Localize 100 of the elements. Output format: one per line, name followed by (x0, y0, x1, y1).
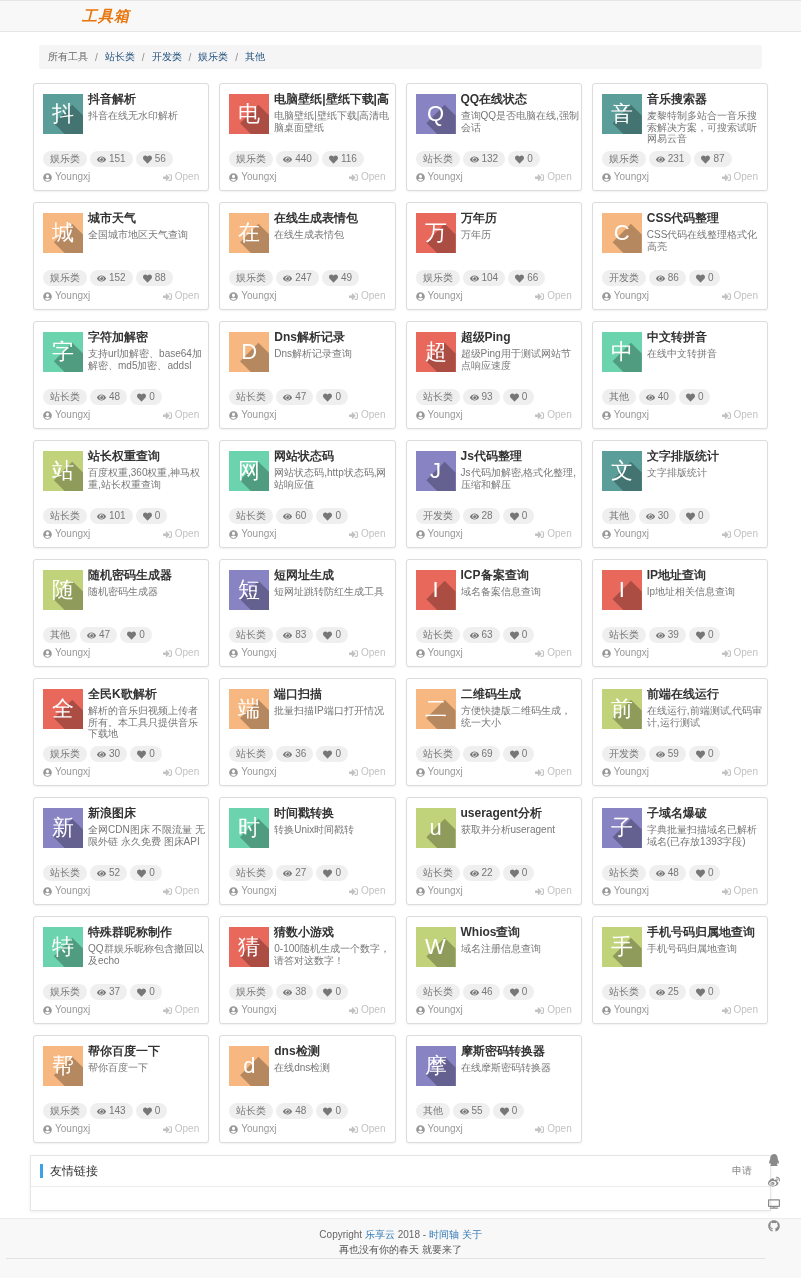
tool-category: 站长类 (43, 389, 87, 405)
letter-avatar: u (415, 808, 456, 848)
breadcrumb-item[interactable]: 站长类 (104, 50, 135, 64)
sign-in-icon (535, 648, 545, 658)
like-count: 0 (511, 1104, 518, 1118)
tool-category: 娱乐类 (229, 984, 274, 1000)
user-icon (229, 1005, 239, 1015)
breadcrumb-item[interactable]: 娱乐类 (198, 50, 229, 64)
letter-avatar: 超 (415, 332, 456, 372)
tool-card[interactable]: 音 音乐搜索器 麦黎特制多站合一音乐搜索解决方案，可搜索试听网易云音 娱乐类 231 87 Youngxj Open (591, 83, 768, 191)
tool-card[interactable]: W Whios查询 域名注册信息查询 站长类 46 0 Youngxj Open (405, 916, 582, 1024)
tool-card[interactable]: 文 文字排版统计 文字排版统计 其他 30 0 Youngxj Open (591, 440, 768, 548)
tool-title: 短网址生成 (274, 568, 336, 583)
tool-card[interactable]: 前 前端在线运行 在线运行,前端测试,代码审计,运行测试 开发类 59 0 Youngxj Open (591, 678, 768, 786)
like-count: 0 (707, 866, 714, 880)
tool-card[interactable]: 网 网站状态码 网站状态码,http状态码,网站响应值 站长类 60 0 Youngxj Open (219, 440, 396, 548)
tool-card[interactable]: 手 手机号码归属地查询 手机号码归属地查询 站长类 25 0 Youngxj Open (591, 916, 768, 1024)
letter-avatar: I (601, 570, 642, 610)
tool-description: 短网址跳转防红生成工具 (274, 586, 386, 598)
breadcrumb-separator: / (94, 51, 99, 63)
sign-in-icon (535, 767, 545, 777)
footer-link[interactable]: 关于 (461, 1229, 482, 1240)
tool-card[interactable]: 抖 抖音解析 抖音在线无水印解析 娱乐类 151 56 Youngxj Open (33, 83, 210, 191)
tool-card[interactable]: J Js代码整理 Js代码加解密,格式化整理,压缩和解压 开发类 28 0 Youngxj Open (405, 440, 582, 548)
breadcrumb-item[interactable]: 所有工具 (48, 50, 88, 64)
view-count: 104 (481, 271, 499, 285)
tool-category: 站长类 (415, 746, 460, 762)
tool-card[interactable]: I ICP备案查询 域名备案信息查询 站长类 63 0 Youngxj Open (405, 559, 582, 667)
tool-card[interactable]: 城 城市天气 全国城市地区天气查询 娱乐类 152 88 Youngxj Open (33, 202, 210, 310)
heart-icon (137, 392, 147, 402)
breadcrumb-separator: / (140, 51, 146, 63)
tool-description: 支持url加解密、base64加解密、md5加密、addsl (88, 348, 203, 371)
letter-avatar: C (601, 213, 642, 253)
breadcrumb-item[interactable]: 其他 (245, 50, 266, 64)
sign-in-icon (162, 1124, 172, 1134)
apply-link[interactable]: 申请 (732, 1164, 752, 1178)
tool-card[interactable]: d dns检测 在线dns检测 站长类 48 0 Youngxj Open (219, 1035, 396, 1143)
eye-icon (87, 630, 96, 640)
tool-card[interactable]: D Dns解析记录 Dns解析记录查询 站长类 47 0 Youngxj Open (219, 321, 396, 429)
tool-card[interactable]: 万 万年历 万年历 娱乐类 104 66 Youngxj Open (405, 202, 582, 310)
view-count: 47 (99, 628, 111, 642)
weibo-icon[interactable] (768, 1176, 780, 1188)
tool-title: 中文转拼音 (646, 330, 708, 345)
like-count: 0 (707, 271, 714, 285)
tool-card[interactable]: 在 在线生成表情包 在线生成表情包 娱乐类 247 49 Youngxj Open (219, 202, 396, 310)
tool-description: 随机密码生成器 (88, 586, 159, 598)
sign-in-icon (349, 886, 359, 896)
breadcrumb-item[interactable]: 开发类 (151, 50, 182, 64)
tool-title: 万年历 (460, 211, 498, 226)
view-count: 69 (481, 747, 493, 761)
footer-link[interactable]: 时间轴 (428, 1229, 459, 1240)
tool-card[interactable]: 超 超级Ping 超级Ping用于测试网站节点响应速度 站长类 93 0 Youngxj Open (405, 321, 582, 429)
tool-card[interactable]: 子 子域名爆破 字典批量扫描域名已解析域名(已存放1393字段) 站长类 48 0 Youngxj Open (591, 797, 768, 905)
user-icon (415, 1005, 425, 1015)
site-link[interactable]: 乐享云 (364, 1229, 395, 1240)
tool-card[interactable]: 时 时间戳转换 转换Unix时间戳转 站长类 27 0 Youngxj Open (219, 797, 396, 905)
penguin-icon[interactable] (768, 1154, 780, 1166)
heart-icon (695, 630, 705, 640)
tool-card[interactable]: 二 二维码生成 方便快捷版二维码生成，统一大小 站长类 69 0 Youngxj Open (405, 678, 582, 786)
sign-in-icon (162, 172, 172, 182)
tool-card[interactable]: 随 随机密码生成器 随机密码生成器 其他 47 0 Youngxj Open (33, 559, 210, 667)
tool-category: 其他 (601, 508, 636, 524)
eye-icon (97, 273, 106, 283)
sign-in-icon (349, 410, 359, 420)
monitor-icon[interactable] (768, 1198, 780, 1210)
letter-avatar: 网 (229, 451, 270, 491)
tool-card[interactable]: C CSS代码整理 CSS代码在线整理格式化高亮 开发类 86 0 Youngxj Open (591, 202, 768, 310)
tool-card[interactable]: 摩 摩斯密码转换器 在线摩斯密码转换器 其他 55 0 Youngxj Open (405, 1035, 582, 1143)
sign-in-icon (535, 172, 545, 182)
tool-card[interactable]: 短 短网址生成 短网址跳转防红生成工具 站长类 83 0 Youngxj Open (219, 559, 396, 667)
tool-card[interactable]: 字 字符加解密 支持url加解密、base64加解密、md5加密、addsl 站长类 48 0 Youngxj Open (33, 321, 210, 429)
eye-icon (645, 511, 655, 521)
tool-card[interactable]: Q QQ在线状态 查询QQ是否电脑在线,强制会话 站长类 132 0 Youngxj Open (405, 83, 582, 191)
user-icon (43, 886, 52, 896)
tool-description: 全国城市地区天气查询 (88, 229, 189, 241)
tool-card[interactable]: 全 全民K歌解析 解析的音乐归视频上传者所有。本工具只提供音乐下载地 娱乐类 30 0 Youngxj Open (33, 678, 210, 786)
author-name: Youngxj (427, 290, 463, 302)
tool-description: 麦黎特制多站合一音乐搜索解决方案，可搜索试听网易云音 (646, 110, 758, 145)
eye-icon (469, 511, 479, 521)
github-icon[interactable] (768, 1220, 780, 1232)
tool-card[interactable]: 电 电脑壁纸|壁纸下载|高 电脑壁纸|壁纸下载|高清电脑桌面壁纸 娱乐类 440 116 Youngxj Open (219, 83, 396, 191)
eye-icon (469, 392, 479, 402)
author-name: Youngxj (241, 1004, 277, 1016)
tool-card[interactable]: 站 站长权重查询 百度权重,360权重,神马权重,站长权重查询 站长类 101 0 Youngxj Open (33, 440, 210, 548)
tool-card[interactable]: I IP地址查询 Ip地址相关信息查询 站长类 39 0 Youngxj Open (591, 559, 768, 667)
tool-card[interactable]: 帮 帮你百度一下 帮你百度一下 娱乐类 143 0 Youngxj Open (33, 1035, 210, 1143)
tool-card[interactable]: u useragent分析 获取并分析useragent 站长类 22 0 Youngxj Open (405, 797, 582, 905)
tool-card[interactable]: 猜 猜数小游戏 0-100随机生成一个数字，请答对这数字！ 娱乐类 38 0 Youngxj Open (219, 916, 396, 1024)
tool-description: 转换Unix时间戳转 (274, 824, 356, 836)
tool-card[interactable]: 特 特殊群昵称制作 QQ群娱乐昵称包含撤回以及echo 娱乐类 37 0 Youngxj Open (33, 916, 210, 1024)
tool-category: 娱乐类 (43, 1103, 87, 1119)
like-count: 88 (154, 271, 166, 285)
view-count: 440 (295, 152, 312, 166)
user-icon (43, 1124, 52, 1134)
tool-card[interactable]: 端 端口扫描 批量扫描IP端口打开情况 站长类 36 0 Youngxj Open (219, 678, 396, 786)
heart-icon (142, 1106, 152, 1116)
like-count: 0 (335, 1104, 341, 1118)
tool-card[interactable]: 新 新浪图床 全网CDN图床 不限流量 无限外链 永久免费 图床API 站长类 52 0 Youngxj Open (33, 797, 210, 905)
tool-category: 站长类 (229, 389, 274, 405)
tool-card[interactable]: 中 中文转拼音 在线中文转拼音 其他 40 0 Youngxj Open (591, 321, 768, 429)
